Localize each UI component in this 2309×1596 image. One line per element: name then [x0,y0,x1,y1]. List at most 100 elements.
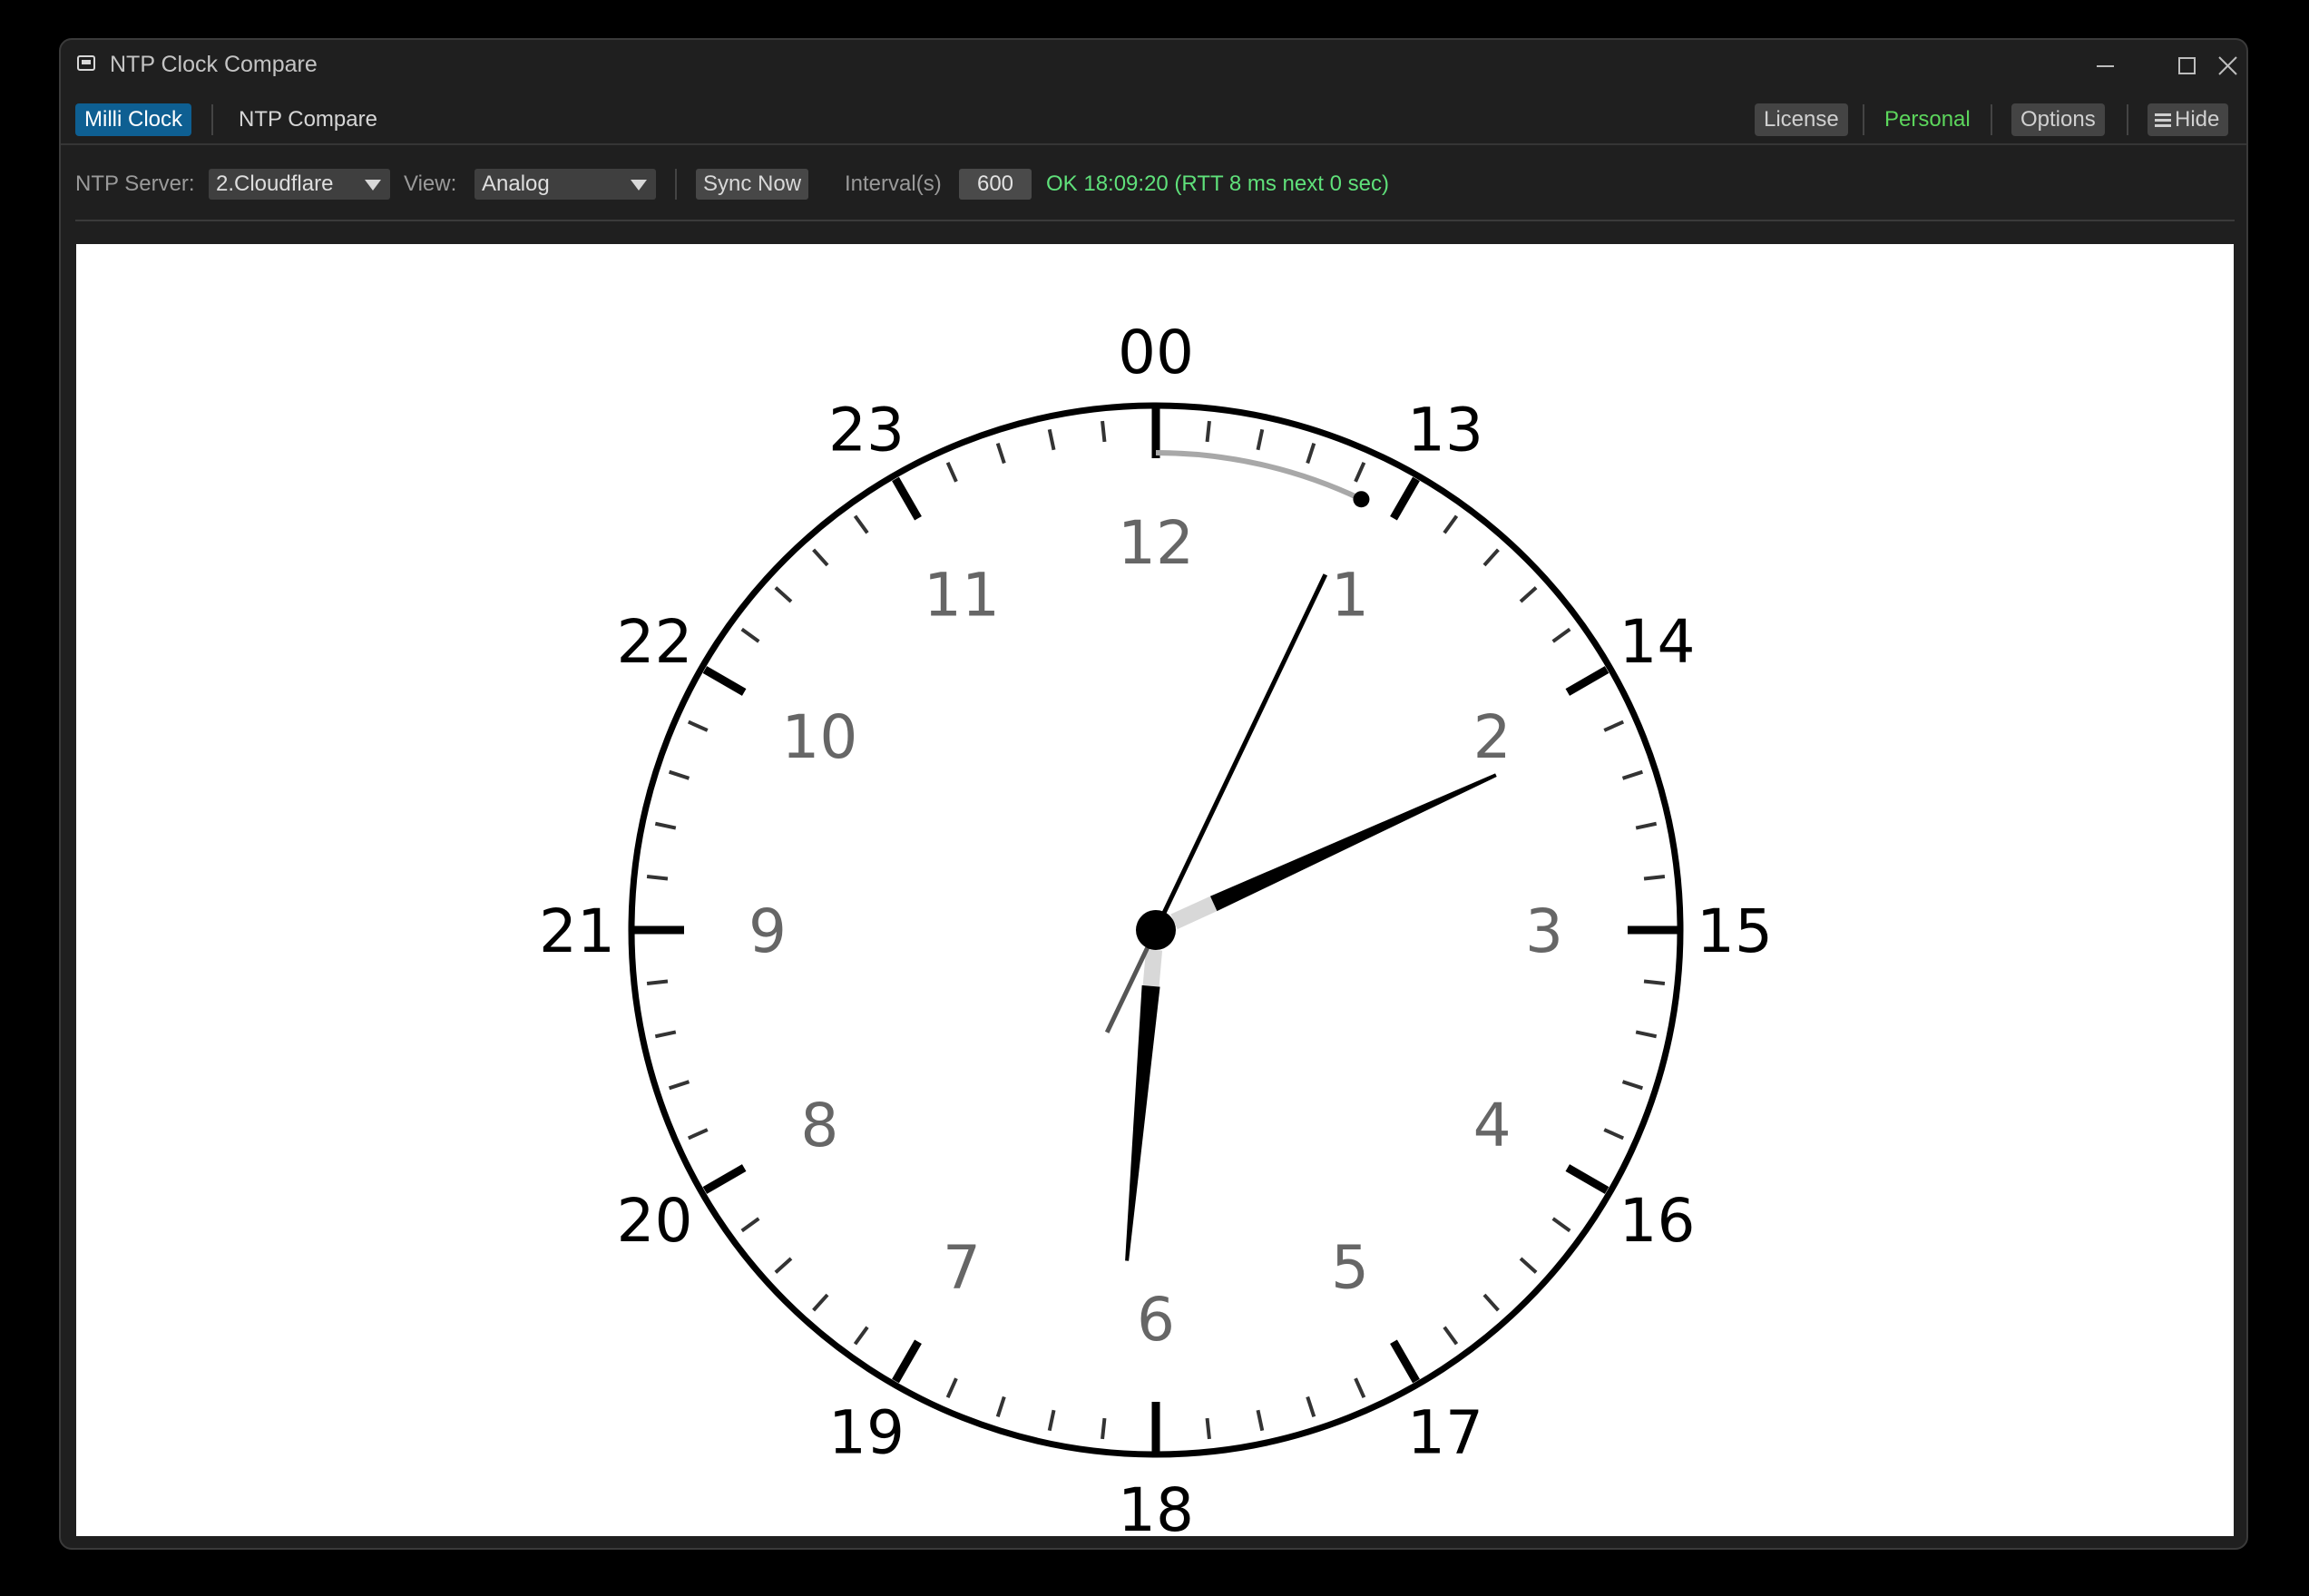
clock-tick [1256,428,1265,451]
clock-tick [892,1339,922,1384]
clock-tick [853,1326,869,1346]
interval-input[interactable]: 600 [959,169,1032,200]
outer-numeral: 18 [1118,1475,1194,1536]
view-label: View: [404,171,457,196]
clock-tick [995,442,1006,465]
outer-numeral: 13 [1407,395,1483,465]
view-value: Analog [482,171,550,196]
hide-button[interactable]: Hide [2148,103,2229,136]
inner-numeral: 11 [924,560,1000,630]
clock-tick [654,821,677,830]
outer-numeral: 23 [828,395,905,465]
minute-hand-base [1142,949,1163,987]
inner-numeral: 9 [748,896,787,966]
tab-divider [211,104,213,135]
header-divider [1863,104,1864,135]
view-select[interactable]: Analog [475,169,656,200]
ntp-server-value: 2.Cloudflare [216,171,334,196]
clock-tick [1047,1409,1056,1432]
clock-tick [702,666,747,696]
clock-hands [1104,573,1497,1261]
app-window: NTP Clock Compare Milli Clock NTP Compar… [59,38,2248,1550]
clock-tick [654,1030,677,1039]
menu-icon [2155,113,2171,127]
close-button[interactable] [2218,40,2246,93]
personal-link[interactable]: Personal [1875,103,1980,136]
toolbar-divider-line [75,220,2235,221]
chevron-down-icon [365,180,381,191]
clock-tick [1443,1326,1459,1346]
interval-label: Interval(s) [845,171,942,196]
clock-tick [1101,1417,1107,1440]
inner-numeral: 7 [943,1233,981,1303]
clock-tick [995,1395,1006,1418]
clock-tick [945,461,958,483]
license-button[interactable]: License [1755,103,1848,136]
clock-tick [1519,1257,1538,1274]
clock-tick [668,1080,690,1091]
clock-tick [1519,586,1538,603]
outer-numeral: 19 [828,1398,905,1468]
clock-tick [1565,1164,1609,1194]
clock-tick [812,1293,829,1312]
window-title: NTP Clock Compare [110,52,318,77]
clock-tick [853,514,869,534]
clock-tick [1621,1080,1644,1091]
options-button[interactable]: Options [2011,103,2105,136]
clock-tick [1256,1409,1265,1432]
clock-tick [1390,476,1420,521]
inner-numeral: 2 [1473,702,1512,772]
tab-milli-clock[interactable]: Milli Clock [75,103,191,136]
clock-tick [1603,720,1625,732]
tab-row: Milli Clock NTP Compare License Personal… [61,96,2246,145]
ntp-server-select[interactable]: 2.Cloudflare [209,169,390,200]
clock-tick [1643,875,1666,881]
clock-panel: 00 13 14 15 16 17 18 19 20 21 22 23 12 1 2 3 4 5 6 7 8 9 10 11 [76,244,2234,1536]
clock-tick [1635,821,1658,830]
tab-ntp-compare[interactable]: NTP Compare [230,103,386,136]
clock-tick [687,1128,709,1141]
clock-tick [1482,1293,1500,1312]
minimize-button[interactable] [2064,40,2146,93]
clock-tick [945,1377,958,1399]
hour-hand [1209,773,1497,912]
title-bar[interactable]: NTP Clock Compare [61,40,2246,93]
close-icon [2218,56,2237,75]
header-divider [1991,104,1992,135]
outer-numeral: 00 [1118,318,1194,387]
clock-hub [1136,910,1176,950]
clock-tick [668,769,690,780]
app-icon [77,55,95,71]
clock-tick [1603,1128,1625,1141]
outer-numeral: 17 [1407,1398,1483,1468]
outer-numeral: 20 [616,1186,692,1256]
clock-tick [1354,461,1366,483]
sync-status: OK 18:09:20 (RTT 8 ms next 0 sec) [1046,171,1389,196]
clock-tick [646,979,669,985]
clock-tick [687,720,709,732]
inner-numeral: 12 [1118,508,1194,578]
sync-now-button[interactable]: Sync Now [696,169,809,200]
clock-tick [1205,1417,1211,1440]
clock-tick [1354,1377,1366,1399]
outer-numeral: 16 [1619,1186,1696,1256]
clock-tick [1643,979,1666,985]
toolbar: NTP Server: 2.Cloudflare View: Analog Sy… [61,147,2246,211]
clock-tick [1621,769,1644,780]
inner-numeral: 8 [800,1091,838,1160]
hour-hand-base [1170,896,1218,930]
chevron-down-icon [631,180,647,191]
clock-tick [1482,548,1500,567]
clock-tick [1306,1395,1316,1418]
clock-tick [646,875,669,881]
clock-tick [1443,514,1459,534]
clock-tick [812,548,829,567]
hide-label: Hide [2175,107,2220,132]
clock-tick [1565,666,1609,696]
outer-numeral: 21 [539,896,615,966]
minute-hand [1125,984,1160,1261]
clock-tick [740,627,760,643]
outer-numeral: 15 [1697,896,1773,966]
clock-tick [1551,1217,1571,1233]
seconds-arc [1155,450,1363,502]
